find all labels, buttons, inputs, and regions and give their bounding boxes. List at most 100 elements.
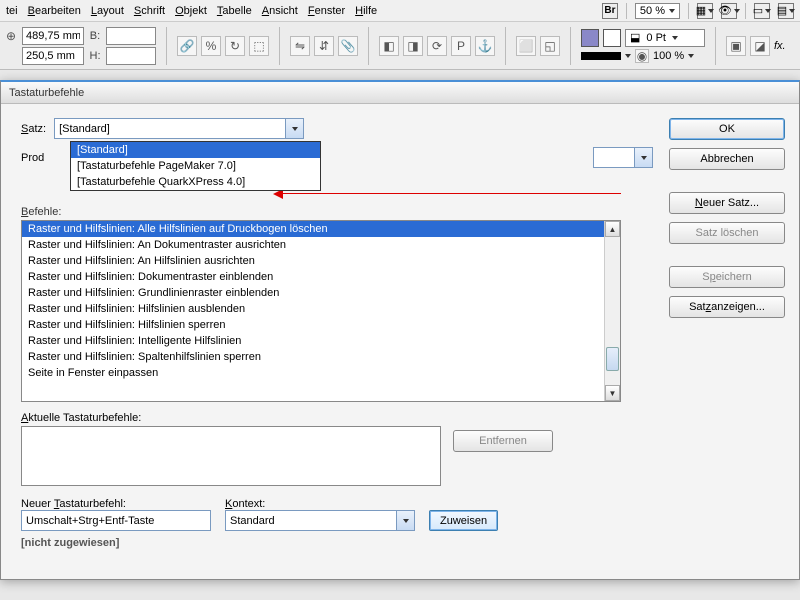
anchor-icon[interactable]: ⚓ (475, 36, 495, 56)
aktuelle-label: Aktuelle Tastaturbefehle: (21, 412, 441, 424)
shear-icon[interactable]: ⬚ (249, 36, 269, 56)
stroke-weight-select[interactable]: ⬓ 0 Pt (625, 29, 705, 47)
chevron-down-icon (708, 9, 714, 13)
bridge-icon[interactable]: Br (602, 3, 618, 19)
satz-select-button[interactable] (285, 119, 303, 138)
flip-v-icon[interactable]: ⇵ (314, 36, 334, 56)
dropdown-item-standard[interactable]: [Standard] (71, 142, 320, 158)
menu-objekt[interactable]: Objekt (175, 5, 207, 17)
view-options-icon[interactable]: 👁 (721, 3, 737, 19)
scroll-down-button[interactable]: ▼ (605, 385, 620, 401)
chevron-down-icon (641, 156, 647, 160)
dropdown-item-pagemaker[interactable]: [Tastaturbefehle PageMaker 7.0] (71, 158, 320, 174)
arrange-icon[interactable]: ▭ (754, 3, 770, 19)
fx-label[interactable]: fx. (774, 40, 786, 52)
menu-bearbeiten[interactable]: Bearbeiten (28, 5, 81, 17)
menu-schrift[interactable]: Schrift (134, 5, 165, 17)
object-styles-icon[interactable]: ◪ (750, 36, 770, 56)
list-item[interactable]: Raster und Hilfslinien: An Dokumentraste… (22, 237, 604, 253)
list-item[interactable]: Raster und Hilfslinien: Hilfslinien ausb… (22, 301, 604, 317)
satz-loeschen-button: Satz löschen (669, 222, 785, 244)
w-input[interactable] (106, 27, 156, 45)
percent-icon[interactable]: % (201, 36, 221, 56)
workspace-icon[interactable]: ▤ (778, 3, 794, 19)
rotate-90-icon[interactable]: ⟳ (427, 36, 447, 56)
link-icon[interactable]: 🔗 (177, 36, 197, 56)
icon-group-3: ◧ ◨ ⟳ P ⚓ (379, 36, 495, 56)
h-label: H: (88, 50, 102, 62)
menu-layout[interactable]: Layout (91, 5, 124, 17)
dialog-title-text: Tastaturbefehle (9, 87, 84, 99)
separator (570, 27, 571, 65)
neuer-label: Neuer Tastaturbefehl: (21, 498, 211, 510)
opacity-value: 100 % (653, 50, 684, 62)
list-item[interactable]: Raster und Hilfslinien: Alle Hilfslinien… (22, 221, 604, 237)
rotate-icon[interactable]: ↻ (225, 36, 245, 56)
menu-ansicht[interactable]: Ansicht (262, 5, 298, 17)
list-item[interactable]: Raster und Hilfslinien: An Hilfslinien a… (22, 253, 604, 269)
befehle-listbox[interactable]: Raster und Hilfslinien: Alle Hilfslinien… (21, 220, 621, 402)
stroke-swatch[interactable] (603, 29, 621, 47)
h-input[interactable] (106, 47, 156, 65)
list-item[interactable]: Raster und Hilfslinien: Hilfslinien sper… (22, 317, 604, 333)
dropdown-item-quarkxpress[interactable]: [Tastaturbefehle QuarkXPress 4.0] (71, 174, 320, 190)
produktbereich-select[interactable] (593, 147, 653, 168)
list-item[interactable]: Raster und Hilfslinien: Dokumentraster e… (22, 269, 604, 285)
text-wrap-icon[interactable]: ⬜ (516, 36, 536, 56)
chevron-down-icon (765, 9, 771, 13)
stroke-value: 0 Pt (646, 32, 666, 44)
new-shortcut-input[interactable] (21, 510, 211, 531)
coord-group: ⊕ B: H: (4, 27, 156, 65)
listbox-scrollbar[interactable]: ▲ ▼ (604, 221, 620, 401)
select-container-icon[interactable]: ◧ (379, 36, 399, 56)
neuer-satz-button[interactable]: Neuer Satz... (669, 192, 785, 214)
list-item[interactable]: Raster und Hilfslinien: Grundlinienraste… (22, 285, 604, 301)
clip-icon[interactable]: 📎 (338, 36, 358, 56)
befehle-label: Befehle: (21, 206, 653, 218)
list-item[interactable]: Seite in Fenster einpassen (22, 365, 604, 381)
separator (166, 27, 167, 65)
separator (505, 27, 506, 65)
zoom-select[interactable]: 50 % (635, 3, 680, 19)
drop-icon[interactable]: ◉ (635, 49, 649, 63)
dialog-titlebar: Tastaturbefehle (1, 82, 799, 104)
chevron-down-icon (734, 9, 740, 13)
kontext-select-button[interactable] (396, 511, 414, 530)
select-content-icon[interactable]: ◨ (403, 36, 423, 56)
stroke-style-icon[interactable] (581, 52, 621, 60)
satz-anzeigen-button[interactable]: Satz anzeigen... (669, 296, 785, 318)
menu-datei[interactable]: tei (6, 5, 18, 17)
produktbereich-select-button[interactable] (634, 148, 652, 167)
flip-h-icon[interactable]: ⇋ (290, 36, 310, 56)
separator (279, 27, 280, 65)
ok-button[interactable]: OK (669, 118, 785, 140)
effects-icon[interactable]: ▣ (726, 36, 746, 56)
icon-group-2: ⇋ ⇵ 📎 (290, 36, 358, 56)
menu-fenster[interactable]: Fenster (308, 5, 345, 17)
scroll-up-button[interactable]: ▲ (605, 221, 620, 237)
kontext-value: Standard (230, 515, 275, 527)
abbrechen-button[interactable]: Abbrechen (669, 148, 785, 170)
list-item[interactable]: Raster und Hilfslinien: Spaltenhilfslini… (22, 349, 604, 365)
x-input[interactable] (22, 27, 84, 45)
y-input[interactable] (22, 47, 84, 65)
kontext-select[interactable]: Standard (225, 510, 415, 531)
chevron-down-icon (625, 54, 631, 58)
satz-dropdown-list: [Standard] [Tastaturbefehle PageMaker 7.… (70, 141, 321, 191)
chevron-down-icon (669, 9, 675, 13)
satz-select[interactable]: [Standard] (54, 118, 304, 139)
zoom-value: 50 % (640, 5, 665, 17)
p-icon[interactable]: P (451, 36, 471, 56)
list-item[interactable]: Raster und Hilfslinien: Intelligente Hil… (22, 333, 604, 349)
icon-group-5: ▣ ◪ fx. (726, 36, 786, 56)
scroll-thumb[interactable] (606, 347, 619, 371)
corner-icon[interactable]: ◱ (540, 36, 560, 56)
fill-swatch[interactable] (581, 29, 599, 47)
scroll-track[interactable] (605, 237, 620, 385)
screen-mode-icon[interactable]: ▦ (697, 3, 713, 19)
chevron-down-icon (672, 36, 678, 40)
menu-tabelle[interactable]: Tabelle (217, 5, 252, 17)
zuweisen-button[interactable]: Zuweisen (429, 510, 498, 531)
menu-hilfe[interactable]: Hilfe (355, 5, 377, 17)
current-shortcuts-box[interactable] (21, 426, 441, 486)
